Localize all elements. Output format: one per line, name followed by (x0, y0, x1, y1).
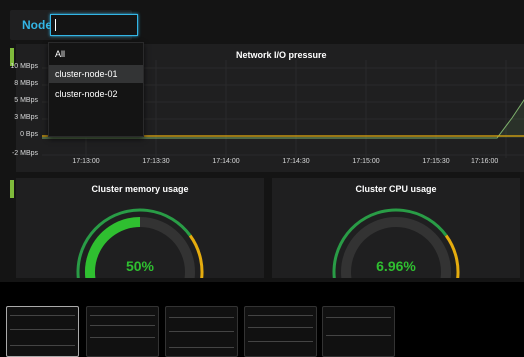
gauge-value: 6.96% (376, 258, 416, 274)
x-tick-label: 17:15:00 (352, 158, 380, 165)
node-variable-dropdown: All cluster-node-01 cluster-node-02 (48, 42, 144, 137)
dropdown-option-cluster-node-01[interactable]: cluster-node-01 (49, 65, 143, 83)
y-tick-label: 8 MBps (14, 80, 38, 87)
variable-bar: Node: (10, 10, 138, 40)
x-tick-label: 17:14:00 (212, 158, 240, 165)
dashboard-thumbnail[interactable] (244, 306, 317, 357)
dashboard-thumbnail[interactable] (322, 306, 395, 357)
x-tick-label: 17:16:00 (471, 158, 499, 165)
dropdown-option-all[interactable]: All (49, 45, 143, 63)
y-tick-label: 3 MBps (14, 114, 38, 121)
node-variable-input[interactable] (50, 14, 138, 36)
y-tick-label: 10 MBps (10, 63, 38, 70)
panel-title: Cluster CPU usage (355, 184, 437, 194)
y-tick-label: -2 MBps (11, 150, 38, 157)
memory-gauge-panel: Cluster memory usage 50% (16, 178, 264, 278)
x-tick-label: 17:14:30 (282, 158, 310, 165)
x-tick-label: 17:13:30 (142, 158, 170, 165)
text-caret (55, 19, 56, 31)
x-tick-label: 17:15:30 (422, 158, 450, 165)
panel-title: Cluster memory usage (91, 184, 189, 194)
x-tick-label: 17:13:00 (72, 158, 100, 165)
y-tick-label: 5 MBps (14, 97, 38, 104)
y-tick-label: 0 Bps (20, 131, 38, 138)
dropdown-option-cluster-node-02[interactable]: cluster-node-02 (49, 85, 143, 103)
cpu-gauge-panel: Cluster CPU usage 6.96% (272, 178, 520, 278)
row-collapse-handle[interactable] (10, 180, 14, 198)
dashboard-thumbnail[interactable] (86, 306, 159, 357)
dashboard-thumbnail-strip (0, 306, 524, 357)
dashboard-thumbnail[interactable] (165, 306, 238, 357)
dashboard-thumbnail[interactable] (6, 306, 79, 357)
gauge-value: 50% (125, 258, 155, 274)
dashboard: Node: Network I/O pressure 10 MBps 8 MBp… (0, 0, 524, 282)
